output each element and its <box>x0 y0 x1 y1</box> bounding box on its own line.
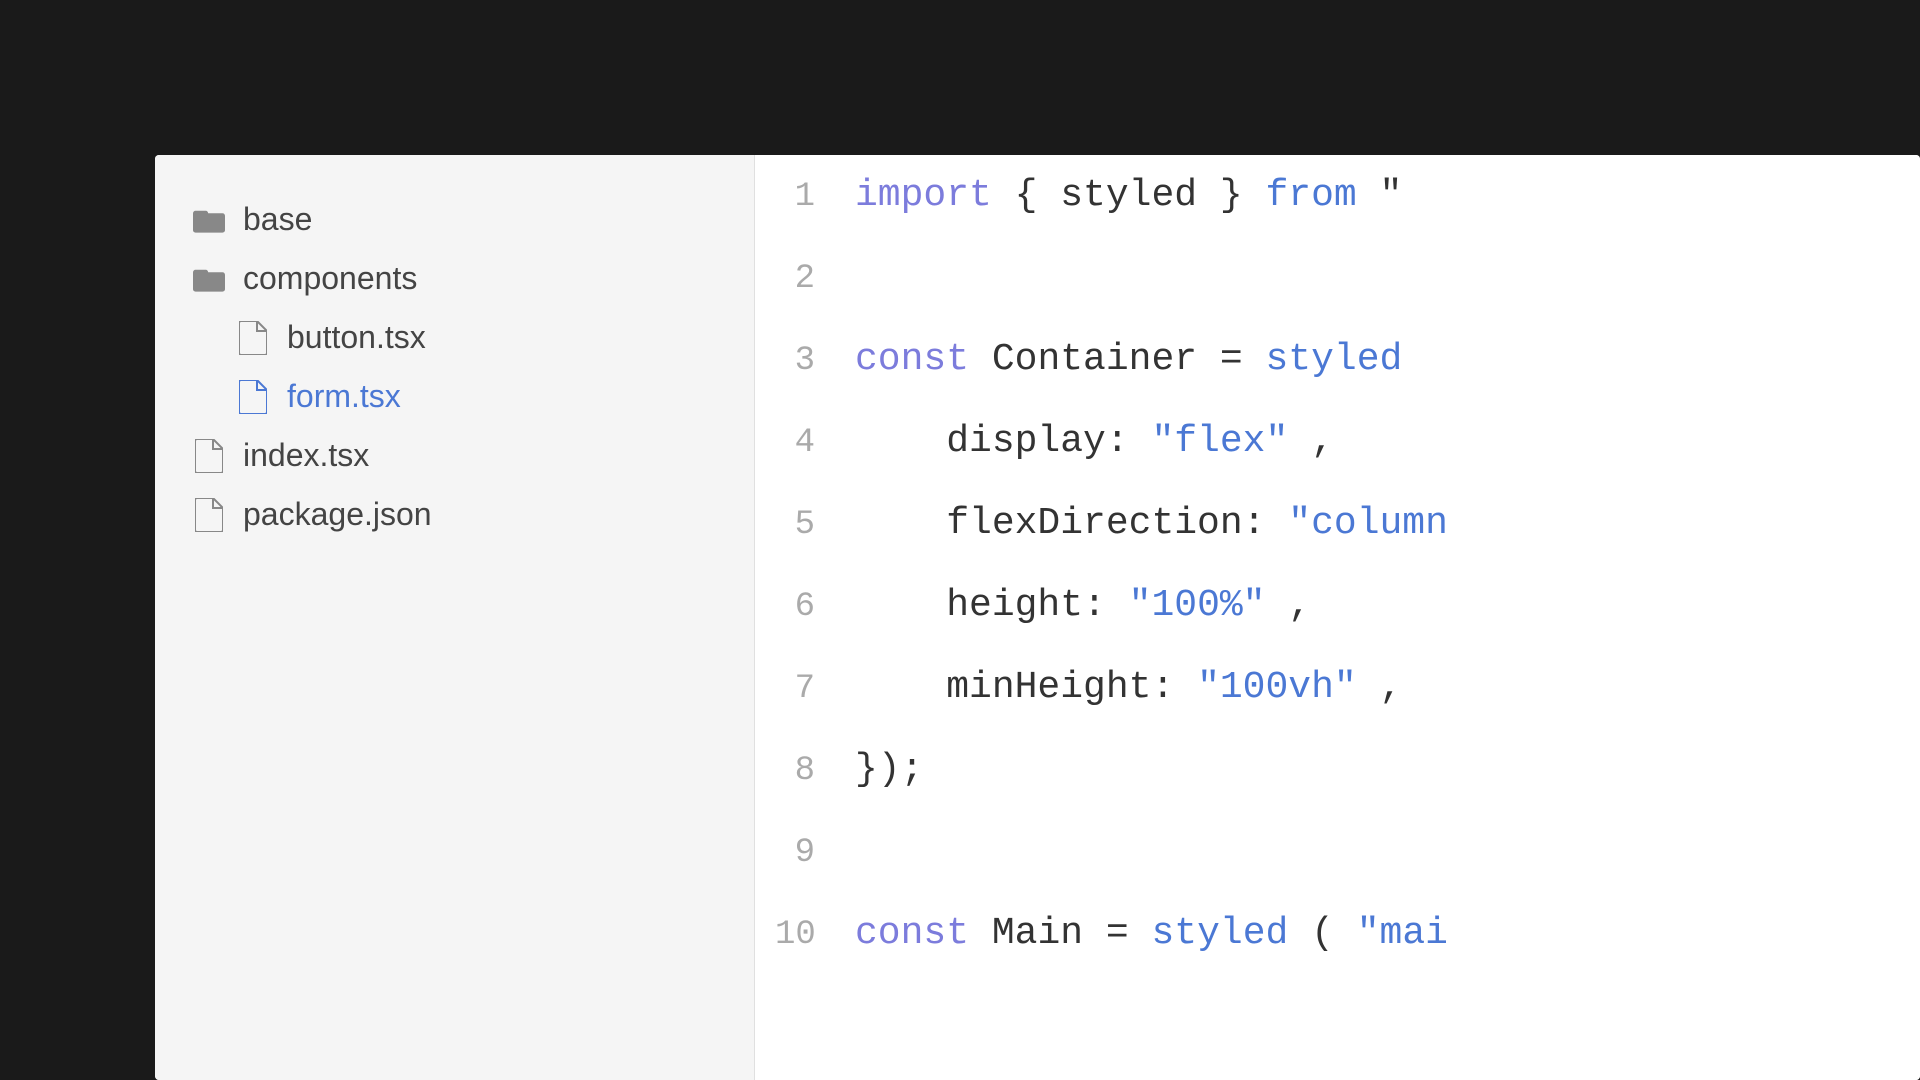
code-line-6: 6 height: "100%" , <box>755 565 1920 647</box>
line-code-10: const Main = styled ( "mai <box>855 893 1448 975</box>
line-code-1: import { styled } from " <box>855 155 1402 237</box>
code-line-3: 3 const Container = styled <box>755 319 1920 401</box>
editor-window: base components <box>155 155 1920 1080</box>
file-icon-package <box>193 499 225 531</box>
line-code-5: flexDirection: "column <box>855 483 1448 565</box>
line-number-6: 6 <box>775 588 855 626</box>
line-code-6: height: "100%" , <box>855 565 1311 647</box>
line-number-2: 2 <box>775 260 855 298</box>
code-line-1: 1 import { styled } from " <box>755 155 1920 237</box>
line-number-9: 9 <box>775 834 855 872</box>
code-line-10: 10 const Main = styled ( "mai <box>755 893 1920 975</box>
line-number-4: 4 <box>775 424 855 462</box>
tree-item-button-tsx[interactable]: button.tsx <box>185 313 724 362</box>
line-number-5: 5 <box>775 506 855 544</box>
file-icon-form <box>237 381 269 413</box>
folder-icon-components <box>193 263 225 295</box>
code-line-9: 9 <box>755 811 1920 893</box>
tree-item-index-tsx[interactable]: index.tsx <box>185 431 724 480</box>
line-code-3: const Container = styled <box>855 319 1402 401</box>
line-number-10: 10 <box>775 916 855 954</box>
line-number-7: 7 <box>775 670 855 708</box>
tree-item-package-json-label: package.json <box>243 496 432 533</box>
folder-icon <box>193 204 225 236</box>
line-code-9 <box>855 811 878 893</box>
file-icon-index <box>193 440 225 472</box>
code-line-8: 8 }); <box>755 729 1920 811</box>
line-number-8: 8 <box>775 752 855 790</box>
code-line-7: 7 minHeight: "100vh" , <box>755 647 1920 729</box>
file-explorer-panel: base components <box>155 155 755 1080</box>
tree-item-form-tsx[interactable]: form.tsx <box>185 372 724 421</box>
file-icon-button <box>237 322 269 354</box>
line-code-4: display: "flex" , <box>855 401 1334 483</box>
file-tree: base components <box>185 195 724 539</box>
code-content: 1 import { styled } from " 2 3 const Co <box>755 155 1920 1080</box>
tree-item-button-tsx-label: button.tsx <box>287 319 426 356</box>
code-editor-panel: 1 import { styled } from " 2 3 const Co <box>755 155 1920 1080</box>
tree-item-components[interactable]: components <box>185 254 724 303</box>
tree-item-index-tsx-label: index.tsx <box>243 437 369 474</box>
code-line-2: 2 <box>755 237 1920 319</box>
line-number-3: 3 <box>775 342 855 380</box>
line-code-2 <box>855 237 878 319</box>
code-line-4: 4 display: "flex" , <box>755 401 1920 483</box>
line-code-7: minHeight: "100vh" , <box>855 647 1402 729</box>
tree-item-base[interactable]: base <box>185 195 724 244</box>
tree-item-form-tsx-label: form.tsx <box>287 378 401 415</box>
line-code-8: }); <box>855 729 923 811</box>
tree-item-base-label: base <box>243 201 312 238</box>
tree-item-package-json[interactable]: package.json <box>185 490 724 539</box>
code-line-5: 5 flexDirection: "column <box>755 483 1920 565</box>
line-number-1: 1 <box>775 178 855 216</box>
tree-item-components-label: components <box>243 260 417 297</box>
